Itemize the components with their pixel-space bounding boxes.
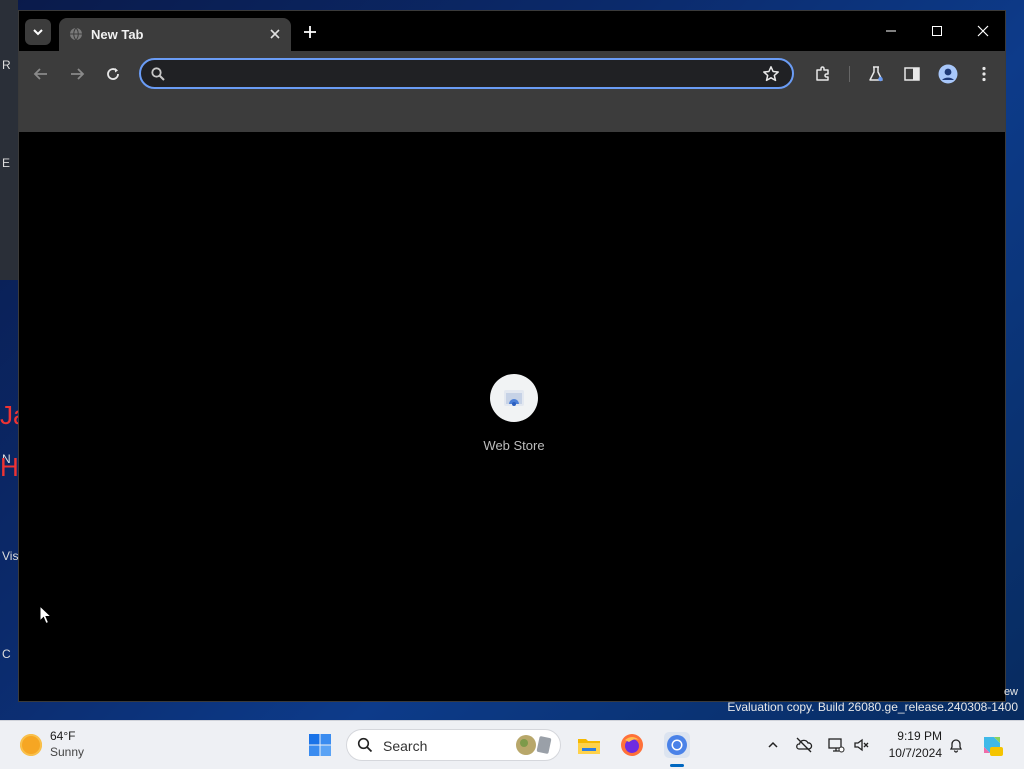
flask-icon <box>869 66 883 82</box>
chevron-up-icon <box>768 741 778 748</box>
tab-search-button[interactable] <box>25 19 51 45</box>
labs-button[interactable] <box>866 64 886 84</box>
browser-toolbar <box>19 51 1005 97</box>
file-explorer-icon[interactable] <box>576 732 602 758</box>
weather-condition: Sunny <box>50 745 85 759</box>
search-icon <box>151 67 165 81</box>
shortcut-web-store[interactable]: Web Store <box>474 374 554 453</box>
notifications-button[interactable] <box>947 736 965 754</box>
desktop-icon-label[interactable]: Vis <box>2 549 18 563</box>
plus-icon <box>304 26 316 38</box>
close-icon <box>977 25 989 37</box>
desktop-panel <box>0 0 18 280</box>
kebab-menu-icon <box>982 66 986 82</box>
close-window-button[interactable] <box>963 17 1003 45</box>
star-icon[interactable] <box>762 65 780 83</box>
volume-button[interactable] <box>853 736 871 754</box>
desktop-icon-label[interactable]: C <box>2 647 11 661</box>
firefox-icon[interactable] <box>619 732 645 758</box>
speaker-muted-icon <box>854 738 869 752</box>
toolbar-separator <box>849 66 850 82</box>
search-highlight-icon <box>516 735 552 755</box>
taskbar-search[interactable]: Search <box>346 729 561 761</box>
sun-icon <box>20 734 42 756</box>
clock-time[interactable]: 9:19 PM <box>880 729 942 743</box>
forward-button[interactable] <box>65 62 89 86</box>
close-icon <box>270 29 280 39</box>
desktop-icon-label[interactable]: E <box>2 156 10 170</box>
bookmark-bar <box>19 97 1005 133</box>
web-store-icon <box>504 390 524 406</box>
onedrive-offline-button[interactable] <box>795 736 813 754</box>
active-app-indicator <box>670 764 684 767</box>
chrome-icon[interactable] <box>664 732 690 758</box>
back-button[interactable] <box>29 62 53 86</box>
browser-window: New Tab Web Store <box>18 10 1006 702</box>
watermark-text: Evaluation copy. Build 26080.ge_release.… <box>727 700 1018 714</box>
profile-button[interactable] <box>938 64 958 84</box>
globe-icon <box>70 27 82 41</box>
windows-start-icon[interactable] <box>308 733 332 757</box>
desktop-icon-label[interactable]: Ja <box>0 400 18 431</box>
chevron-down-icon <box>33 29 43 36</box>
tab-new-tab[interactable]: New Tab <box>59 18 291 51</box>
minimize-icon <box>886 30 896 32</box>
reload-button[interactable] <box>101 62 125 86</box>
side-panel-icon <box>904 67 920 81</box>
address-input[interactable] <box>173 64 757 86</box>
extensions-button[interactable] <box>813 64 833 84</box>
search-label: Search <box>383 738 428 754</box>
mouse-cursor-icon <box>39 605 53 625</box>
tab-strip: New Tab <box>19 11 1005 51</box>
new-tab-button[interactable] <box>299 21 321 43</box>
desktop-icon-label[interactable]: R <box>2 58 11 72</box>
avatar-icon <box>938 64 958 84</box>
shortcut-tile <box>490 374 538 422</box>
search-icon <box>357 737 373 753</box>
weather-temperature: 64°F <box>50 729 76 743</box>
reload-icon <box>107 68 119 80</box>
desktop-icon-label[interactable]: H <box>0 452 18 483</box>
new-tab-page: Web Store <box>19 132 1005 701</box>
side-panel-button[interactable] <box>902 64 922 84</box>
maximize-button[interactable] <box>917 17 957 45</box>
close-tab-button[interactable] <box>265 24 285 44</box>
network-icon <box>828 738 845 753</box>
tab-title: New Tab <box>91 27 144 42</box>
shortcut-label: Web Store <box>483 438 545 453</box>
watermark-fragment: ew <box>1003 686 1018 698</box>
network-button[interactable] <box>827 736 845 754</box>
bell-icon <box>949 739 963 753</box>
arrow-right-icon <box>71 68 85 80</box>
arrow-left-icon <box>33 68 47 80</box>
minimize-button[interactable] <box>871 17 911 45</box>
maximize-icon <box>932 26 942 36</box>
copilot-icon[interactable] <box>980 733 1004 757</box>
menu-button[interactable] <box>974 64 994 84</box>
desktop-icons-strip: R E Ja N H Vis C <box>0 0 18 720</box>
clock-date[interactable]: 10/7/2024 <box>880 746 942 760</box>
taskbar: 64°F Sunny Search 9:19 PM 10/7/2024 <box>0 720 1024 769</box>
evaluation-watermark: ew Evaluation copy. Build 26080.ge_relea… <box>727 686 1018 714</box>
address-bar[interactable] <box>139 58 794 89</box>
cloud-off-icon <box>796 737 813 753</box>
puzzle-icon <box>816 66 829 81</box>
show-hidden-icons-button[interactable] <box>764 736 782 754</box>
